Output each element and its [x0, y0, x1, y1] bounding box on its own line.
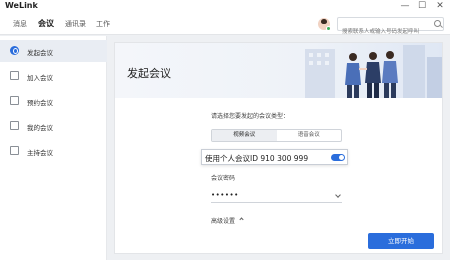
tab-meetings[interactable]: 会议 — [38, 18, 54, 29]
start-now-button[interactable]: 立即开始 — [368, 233, 434, 249]
online-status-dot — [326, 26, 331, 31]
close-button[interactable]: ✕ — [433, 0, 447, 13]
tab-messages[interactable]: 消息 — [13, 19, 27, 29]
tab-contacts[interactable]: 通讯录 — [65, 19, 86, 29]
personal-meeting-id-row: 使用个人会议ID 910 300 999 — [201, 149, 348, 165]
personal-meeting-id-label: 使用个人会议ID 910 300 999 — [205, 154, 309, 163]
voice-meeting-option[interactable]: 语音会议 — [277, 130, 342, 141]
video-meeting-option[interactable]: 视频会议 — [212, 130, 277, 141]
minimize-button[interactable]: — — [398, 0, 412, 13]
host-meeting-icon — [10, 146, 19, 155]
maximize-button[interactable]: ☐ — [415, 0, 429, 13]
join-meeting-icon — [10, 71, 19, 80]
sidebar-item-label: 发起会议 — [27, 49, 53, 57]
sidebar-item-label: 加入会议 — [27, 74, 53, 82]
my-meetings-icon — [10, 121, 19, 130]
sidebar-item-start-meeting[interactable]: 发起会议 — [0, 40, 107, 62]
sidebar-item-my-meetings[interactable]: 我的会议 — [0, 115, 107, 137]
sidebar-item-label: 我的会议 — [27, 124, 53, 132]
sidebar-item-label: 预约会议 — [27, 99, 53, 107]
password-label: 会议密码 — [211, 175, 236, 182]
meeting-type-selector: 视频会议 语音会议 — [211, 129, 342, 142]
banner: 发起会议 — [115, 43, 442, 98]
people-illustration — [305, 45, 442, 98]
tab-work[interactable]: 工作 — [96, 19, 110, 29]
sidebar-item-schedule-meeting[interactable]: 预约会议 — [0, 90, 107, 112]
password-field[interactable]: •••••• — [211, 191, 342, 203]
app-name: WeLink — [5, 1, 38, 10]
chevron-up-icon[interactable] — [239, 217, 244, 222]
search-input[interactable] — [338, 26, 432, 38]
search-icon[interactable] — [434, 20, 441, 27]
schedule-meeting-icon — [10, 96, 19, 105]
sidebar: 发起会议 加入会议 预约会议 我的会议 主持会议 — [0, 36, 107, 260]
title-bar: WeLink — ☐ ✕ — [0, 0, 450, 13]
meeting-type-prompt: 请选择您要发起的会议类型： — [211, 113, 290, 120]
password-value: •••••• — [211, 191, 239, 199]
start-meeting-panel: 发起会议 请选择您要发起的会议类型： 视频会议 语音会议 使用个人会议ID 91… — [114, 42, 443, 254]
sidebar-item-join-meeting[interactable]: 加入会议 — [0, 65, 107, 87]
video-meeting-icon — [10, 46, 19, 55]
top-nav: 消息 会议 通讯录 工作 — [0, 13, 450, 38]
chevron-down-icon[interactable] — [335, 192, 341, 198]
personal-meeting-id-toggle[interactable] — [331, 154, 345, 161]
sidebar-item-label: 主持会议 — [27, 149, 53, 157]
search-box[interactable] — [337, 17, 444, 38]
page-title: 发起会议 — [127, 67, 171, 80]
advanced-settings-toggle[interactable]: 高级设置 — [211, 216, 235, 225]
sidebar-item-host-meeting[interactable]: 主持会议 — [0, 140, 107, 162]
